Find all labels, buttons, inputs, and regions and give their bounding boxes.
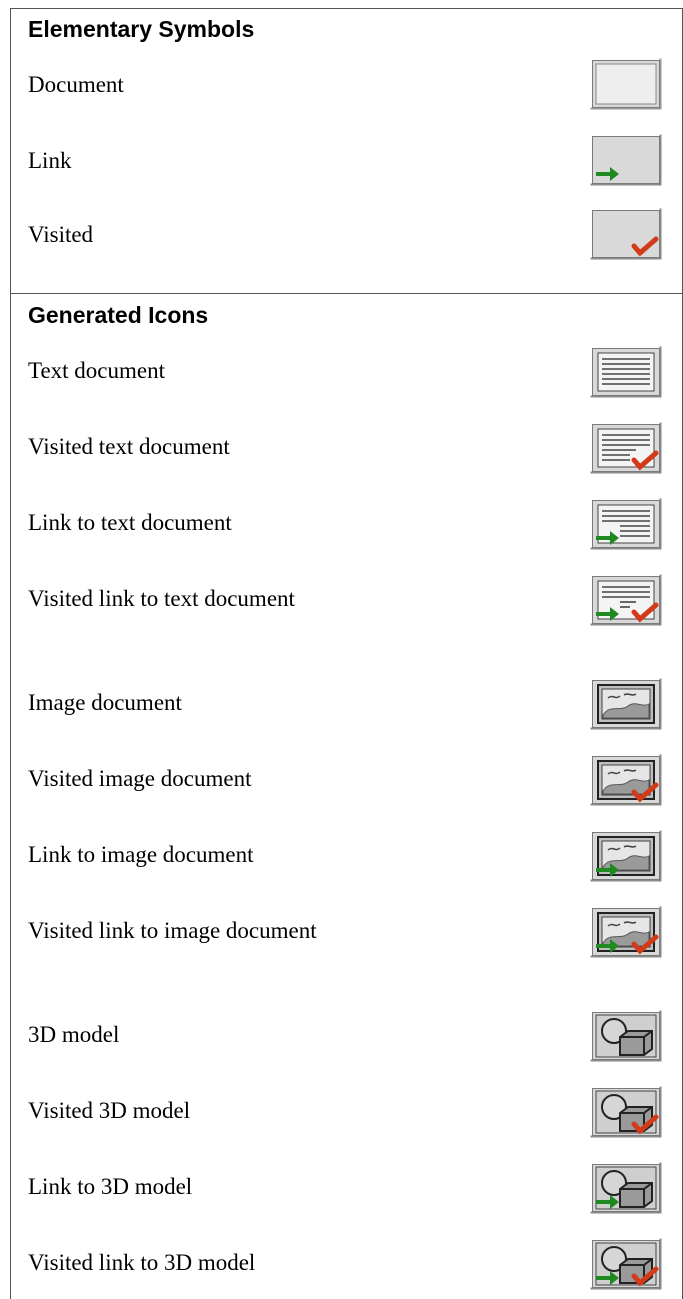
row-label-text-document: Text document <box>28 358 165 383</box>
row-label-link-3d-model: Link to 3D model <box>28 1174 193 1199</box>
visited-link-3d-model-icon <box>590 1238 662 1290</box>
image-document-icon <box>590 678 662 730</box>
row-label-visited: Visited <box>28 222 94 247</box>
link-image-document-icon <box>590 830 662 882</box>
text-document-icon <box>590 346 662 398</box>
visited-image-document-icon <box>590 754 662 806</box>
row-label-visited-link-text-document: Visited link to text document <box>28 586 295 611</box>
section-heading-generated-icons: Generated Icons <box>28 302 209 328</box>
section-heading-elementary-symbols: Elementary Symbols <box>28 16 255 42</box>
visited-3d-model-icon <box>590 1086 662 1138</box>
row-label-link-image-document: Link to image document <box>28 842 254 867</box>
row-label-visited-link-image-document: Visited link to image document <box>28 918 317 943</box>
row-label-visited-link-3d-model: Visited link to 3D model <box>28 1250 256 1275</box>
link-3d-model-icon <box>590 1162 662 1214</box>
visited-text-document-icon <box>590 422 662 474</box>
3d-model-icon <box>590 1010 662 1062</box>
row-label-visited-3d-model: Visited 3D model <box>28 1098 191 1123</box>
row-label-visited-text-document: Visited text document <box>28 434 230 459</box>
section-divider <box>10 293 683 294</box>
visited-link-image-document-icon <box>590 906 662 958</box>
visited-icon <box>590 208 662 260</box>
row-label-link: Link <box>28 148 72 173</box>
row-label-document: Document <box>28 72 124 97</box>
row-label-3d-model: 3D model <box>28 1022 120 1047</box>
link-icon <box>590 134 662 186</box>
row-label-image-document: Image document <box>28 690 182 715</box>
row-label-visited-image-document: Visited image document <box>28 766 252 791</box>
document-icon <box>590 58 662 110</box>
row-label-link-text-document: Link to text document <box>28 510 232 535</box>
link-text-document-icon <box>590 498 662 550</box>
visited-link-text-document-icon <box>590 574 662 626</box>
